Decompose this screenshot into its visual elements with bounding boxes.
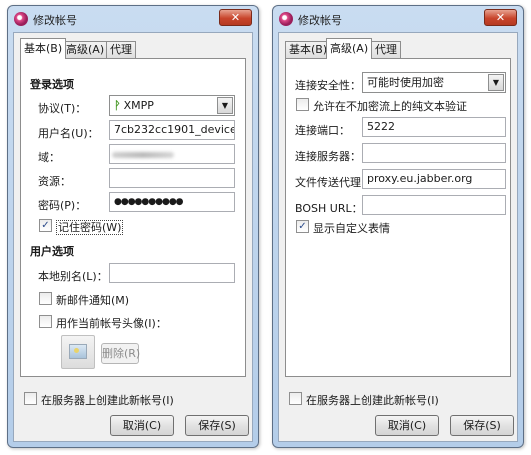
cancel-button[interactable]: 取消(C): [110, 415, 174, 436]
save-button[interactable]: 保存(S): [450, 415, 514, 436]
file-transfer-proxy-label: 文件传送代理：: [295, 176, 372, 189]
redacted-domain: [112, 152, 174, 158]
login-options-heading: 登录选项: [30, 78, 74, 91]
window-title: 修改帐号: [298, 14, 342, 27]
local-alias-label: 本地别名(L)：: [38, 270, 108, 283]
buddy-icon-checkbox[interactable]: [39, 315, 52, 328]
protocol-select[interactable]: ᚹ XMPP ▼: [109, 95, 235, 116]
pidgin-app-icon: [14, 12, 28, 26]
password-field[interactable]: ●●●●●●●●●●: [109, 192, 235, 212]
resource-label: 资源：: [38, 175, 71, 188]
close-button[interactable]: ✕: [219, 9, 252, 26]
window-client-area: 基本(B) 高级(A) 代理 登录选项 协议(T)： ᚹ XMPP ▼ 用户名(U…: [13, 32, 253, 442]
new-mail-checkbox[interactable]: [39, 292, 52, 305]
title-bar[interactable]: 修改帐号 ✕: [8, 6, 258, 32]
chevron-down-icon[interactable]: ▼: [488, 74, 504, 91]
save-button[interactable]: 保存(S): [185, 415, 249, 436]
advanced-panel: 连接安全性： 可能时使用加密 ▼ 允许在不加密流上的纯文本验证 连接端口： 52…: [285, 58, 511, 377]
remove-avatar-button[interactable]: 删除(R): [101, 343, 140, 364]
bosh-url-label: BOSH URL：: [295, 202, 363, 215]
plaintext-auth-checkbox[interactable]: [296, 98, 309, 111]
username-field[interactable]: 7cb232cc1901_device: [109, 120, 235, 140]
connect-port-field[interactable]: 5222: [362, 117, 506, 137]
new-mail-label: 新邮件通知(M): [56, 294, 130, 307]
file-transfer-proxy-field[interactable]: proxy.eu.jabber.org: [362, 169, 506, 189]
domain-field[interactable]: [109, 144, 235, 164]
buddy-icon-label: 用作当前帐号头像(I)：: [56, 317, 167, 330]
avatar[interactable]: [61, 335, 95, 369]
local-alias-field[interactable]: [109, 263, 235, 283]
protocol-value: XMPP: [123, 99, 154, 112]
create-account-label: 在服务器上创建此新帐号(I): [306, 394, 439, 407]
tab-basic[interactable]: 基本(B): [20, 38, 67, 59]
tab-advanced[interactable]: 高级(A): [326, 38, 373, 59]
image-placeholder-icon: [69, 344, 87, 359]
remember-password-checkbox[interactable]: ✓: [39, 219, 52, 232]
edit-account-window-basic: 修改帐号 ✕ 基本(B) 高级(A) 代理 登录选项 协议(T)： ᚹ XMPP …: [7, 5, 259, 448]
domain-label: 域：: [38, 151, 60, 164]
bosh-url-field[interactable]: [362, 195, 506, 215]
connection-security-select[interactable]: 可能时使用加密 ▼: [362, 72, 506, 93]
custom-smileys-label: 显示自定义表情: [313, 222, 390, 235]
connect-server-field[interactable]: [362, 143, 506, 163]
close-button[interactable]: ✕: [484, 9, 517, 26]
tab-advanced[interactable]: 高级(A): [62, 41, 109, 58]
plaintext-auth-label: 允许在不加密流上的纯文本验证: [313, 100, 467, 113]
pidgin-app-icon: [279, 12, 293, 26]
tab-proxy[interactable]: 代理: [106, 41, 136, 58]
connect-port-label: 连接端口：: [295, 124, 350, 137]
resource-field[interactable]: [109, 168, 235, 188]
password-label: 密码(P)：: [38, 199, 87, 212]
create-account-label: 在服务器上创建此新帐号(I): [41, 394, 174, 407]
remember-password-label: 记住密码(W): [56, 220, 124, 235]
chevron-down-icon[interactable]: ▼: [217, 97, 233, 114]
xmpp-icon: ᚹ: [114, 99, 121, 112]
title-bar[interactable]: 修改帐号 ✕: [273, 6, 523, 32]
tab-proxy[interactable]: 代理: [371, 41, 401, 58]
create-account-checkbox[interactable]: [289, 392, 302, 405]
tab-basic[interactable]: 基本(B): [285, 41, 332, 58]
window-title: 修改帐号: [33, 14, 77, 27]
window-client-area: 基本(B) 高级(A) 代理 连接安全性： 可能时使用加密 ▼ 允许在不加密流上…: [278, 32, 518, 442]
cancel-button[interactable]: 取消(C): [375, 415, 439, 436]
username-label: 用户名(U)：: [38, 127, 99, 140]
user-options-heading: 用户选项: [30, 245, 74, 258]
connection-security-value: 可能时使用加密: [367, 76, 444, 89]
custom-smileys-checkbox[interactable]: ✓: [296, 220, 309, 233]
connect-server-label: 连接服务器：: [295, 150, 361, 163]
basic-panel: 登录选项 协议(T)： ᚹ XMPP ▼ 用户名(U)： 7cb232cc1901…: [20, 58, 246, 377]
connection-security-label: 连接安全性：: [295, 79, 361, 92]
protocol-label: 协议(T)：: [38, 102, 87, 115]
edit-account-window-advanced: 修改帐号 ✕ 基本(B) 高级(A) 代理 连接安全性： 可能时使用加密 ▼ 允…: [272, 5, 524, 448]
create-account-checkbox[interactable]: [24, 392, 37, 405]
